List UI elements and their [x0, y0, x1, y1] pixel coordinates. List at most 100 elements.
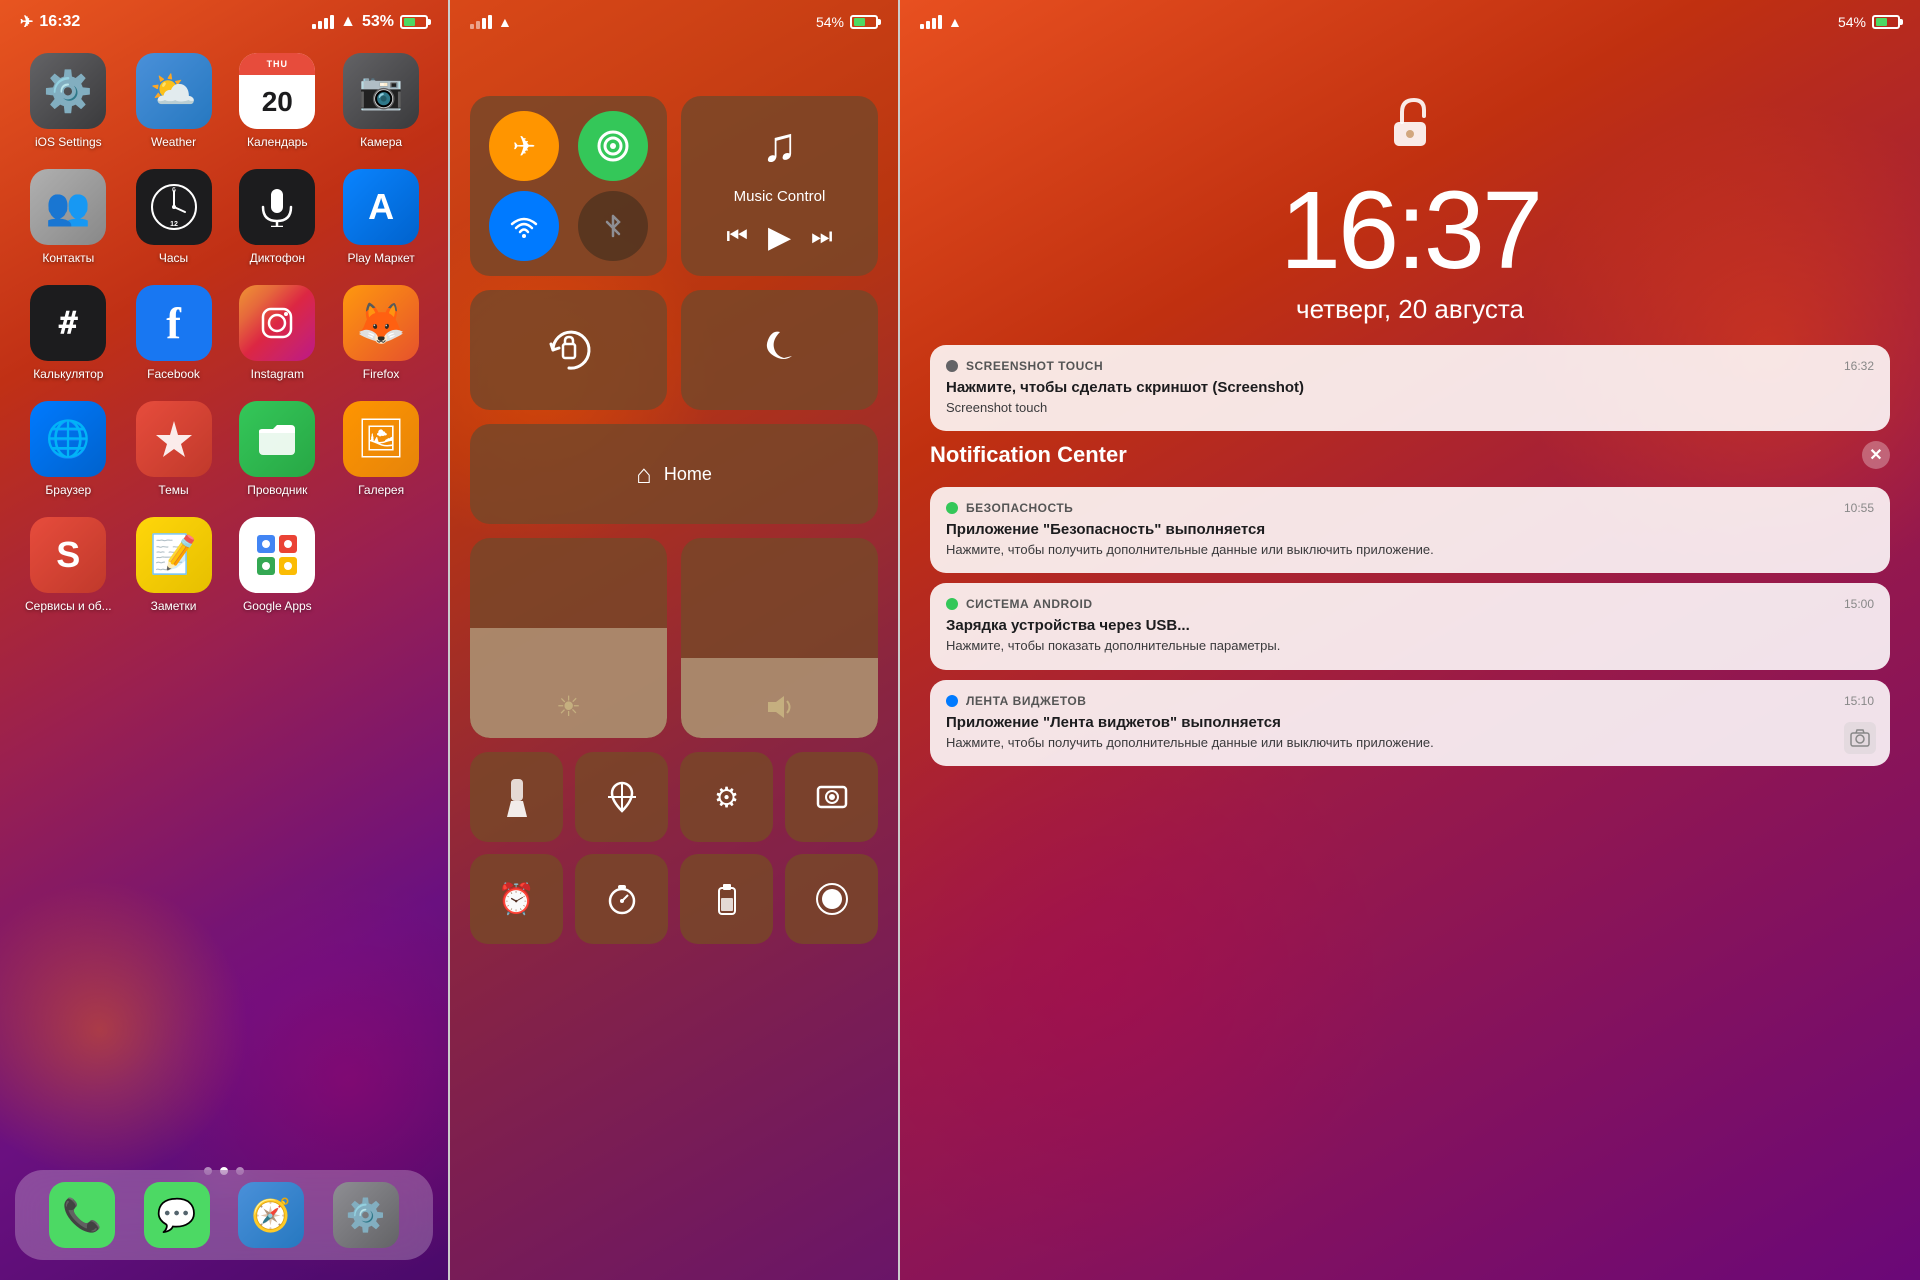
app-item-weather[interactable]: ⛅ Weather [132, 53, 216, 149]
cc-mid-row [470, 290, 878, 410]
cc-brightness-slider[interactable]: ☀ [470, 538, 667, 738]
services-icon: S [30, 517, 106, 593]
wifi-icon: ▲ [340, 13, 356, 31]
battery-pct-panel3: 54% [1838, 14, 1866, 30]
moon-icon [756, 326, 804, 374]
app-item-contacts[interactable]: 👥 Контакты [25, 169, 112, 265]
notification-center-close-button[interactable]: ✕ [1862, 441, 1890, 469]
app-item-gallery[interactable]: 🖼 Галерея [339, 401, 423, 497]
notification-android-system[interactable]: СИСТЕМА ANDROID 15:00 Зарядка устройства… [930, 583, 1890, 669]
facebook-label: Facebook [147, 367, 200, 381]
services-label: Сервисы и об... [25, 599, 112, 613]
app-item-services[interactable]: S Сервисы и об... [25, 517, 112, 613]
wifi-button[interactable] [489, 191, 559, 261]
app-item-googleapps[interactable]: Google Apps [235, 517, 319, 613]
cc-home-button[interactable]: ⌂ Home [470, 424, 878, 524]
dock-safari[interactable]: 🧭 [238, 1182, 304, 1248]
app-item-camera[interactable]: 📷 Камера [339, 53, 423, 149]
notif-body-sec: Нажмите, чтобы получить дополнительные д… [946, 541, 1874, 559]
cc-screen-capture-button[interactable] [785, 752, 878, 842]
notif-dot-1 [946, 360, 958, 372]
cc-top-row: ✈ [470, 96, 878, 276]
notif-camera-action[interactable] [1844, 722, 1876, 754]
themes-label: Темы [158, 483, 188, 497]
svg-text:6: 6 [172, 187, 176, 194]
lock-date-display: четверг, 20 августа [900, 294, 1920, 325]
app-item-facebook[interactable]: f Facebook [132, 285, 216, 381]
app-item-notes[interactable]: 📝 Заметки [132, 517, 216, 613]
appstore-label: Play Маркет [347, 251, 414, 265]
voice-icon [239, 169, 315, 245]
cc-settings-button[interactable]: ⚙ [680, 752, 773, 842]
music-note-icon: ♫ [762, 118, 798, 173]
app-item-instagram[interactable]: Instagram [235, 285, 319, 381]
battery-icon-panel2 [850, 15, 878, 29]
cc-battery-button[interactable] [680, 854, 773, 944]
app-item-clock[interactable]: 12 6 Часы [132, 169, 216, 265]
app-item-calc[interactable]: # Калькулятор [25, 285, 112, 381]
cc-flashlight-button[interactable] [470, 752, 563, 842]
signal-icon [312, 15, 334, 29]
googleapps-icon [239, 517, 315, 593]
battery-pct-panel2: 54% [816, 14, 844, 30]
next-track-button[interactable]: ⏭ [811, 223, 833, 251]
notif-app-name-1: SCREENSHOT TOUCH [966, 359, 1103, 373]
cc-music-tile[interactable]: ♫ Music Control ⏮ ▶ ⏭ [681, 96, 878, 276]
calc-label: Калькулятор [33, 367, 103, 381]
cc-bottom-row2: ⏰ [470, 854, 878, 944]
cc-alarm-button[interactable]: ⏰ [470, 854, 563, 944]
bluetooth-button[interactable] [578, 191, 648, 261]
weather-icon: ⛅ [136, 53, 212, 129]
cc-volume-slider[interactable] [681, 538, 878, 738]
notification-screenshot-touch[interactable]: SCREENSHOT TOUCH 16:32 Нажмите, чтобы сд… [930, 345, 1890, 431]
notification-security[interactable]: БЕЗОПАСНОСТЬ 10:55 Приложение "Безопасно… [930, 487, 1890, 573]
app-item-themes[interactable]: Темы [132, 401, 216, 497]
notif-body-android: Нажмите, чтобы показать дополнительные п… [946, 637, 1874, 655]
notif-app-row-1: SCREENSHOT TOUCH [946, 359, 1103, 373]
notif-app-row-widget: ЛЕНТА ВИДЖЕТОВ [946, 694, 1086, 708]
notif-header-android: СИСТЕМА ANDROID 15:00 [946, 597, 1874, 611]
lock-time-display: 16:37 [900, 176, 1920, 286]
cc-location-button[interactable] [575, 752, 668, 842]
app-item-voice[interactable]: Диктофон [235, 169, 319, 265]
cellular-button[interactable] [578, 111, 648, 181]
stopwatch-icon [606, 883, 638, 915]
airplane-mode-icon: ✈ [20, 12, 33, 32]
app-item-explorer[interactable]: Проводник [235, 401, 319, 497]
prev-track-button[interactable]: ⏮ [726, 223, 748, 251]
firefox-label: Firefox [363, 367, 400, 381]
dock-settings[interactable]: ⚙️ [333, 1182, 399, 1248]
app-item-appstore[interactable]: A Play Маркет [339, 169, 423, 265]
lock-screen-panel: ▲ 54% 16:37 четверг, 20 августа [900, 0, 1920, 1280]
control-center-container: ✈ [450, 36, 898, 964]
dock-phone[interactable]: 📞 [49, 1182, 115, 1248]
clock-label: Часы [159, 251, 188, 265]
cc-connectivity-tile: ✈ [470, 96, 667, 276]
notif-body-widget: Нажмите, чтобы получить дополнительные д… [946, 734, 1874, 752]
play-button[interactable]: ▶ [768, 220, 791, 255]
calc-icon: # [30, 285, 106, 361]
cc-do-not-disturb-button[interactable] [681, 290, 878, 410]
app-item-firefox[interactable]: 🦊 Firefox [339, 285, 423, 381]
cc-rotate-button[interactable] [470, 290, 667, 410]
cellular-icon [597, 130, 629, 162]
googleapps-label: Google Apps [243, 599, 312, 613]
time-display: 16:32 [39, 13, 80, 31]
battery-icon [400, 15, 428, 29]
notif-title-1: Нажмите, чтобы сделать скриншот (Screens… [946, 379, 1874, 396]
dock-messages[interactable]: 💬 [144, 1182, 210, 1248]
music-control-label: Music Control [734, 188, 826, 205]
ios-settings-label: iOS Settings [35, 135, 102, 149]
app-item-ios-settings[interactable]: ⚙️ iOS Settings [25, 53, 112, 149]
appstore-icon: A [343, 169, 419, 245]
alarm-icon: ⏰ [498, 882, 535, 917]
cc-record-button[interactable] [785, 854, 878, 944]
notification-widget-tape[interactable]: ЛЕНТА ВИДЖЕТОВ 15:10 Приложение "Лента в… [930, 680, 1890, 766]
app-item-browser[interactable]: 🌐 Браузер [25, 401, 112, 497]
cc-stopwatch-button[interactable] [575, 854, 668, 944]
explorer-icon [239, 401, 315, 477]
explorer-label: Проводник [247, 483, 307, 497]
airplane-mode-button[interactable]: ✈ [489, 111, 559, 181]
app-item-calendar[interactable]: THU 20 Календарь [235, 53, 319, 149]
clock-app-icon: 12 6 [136, 169, 212, 245]
